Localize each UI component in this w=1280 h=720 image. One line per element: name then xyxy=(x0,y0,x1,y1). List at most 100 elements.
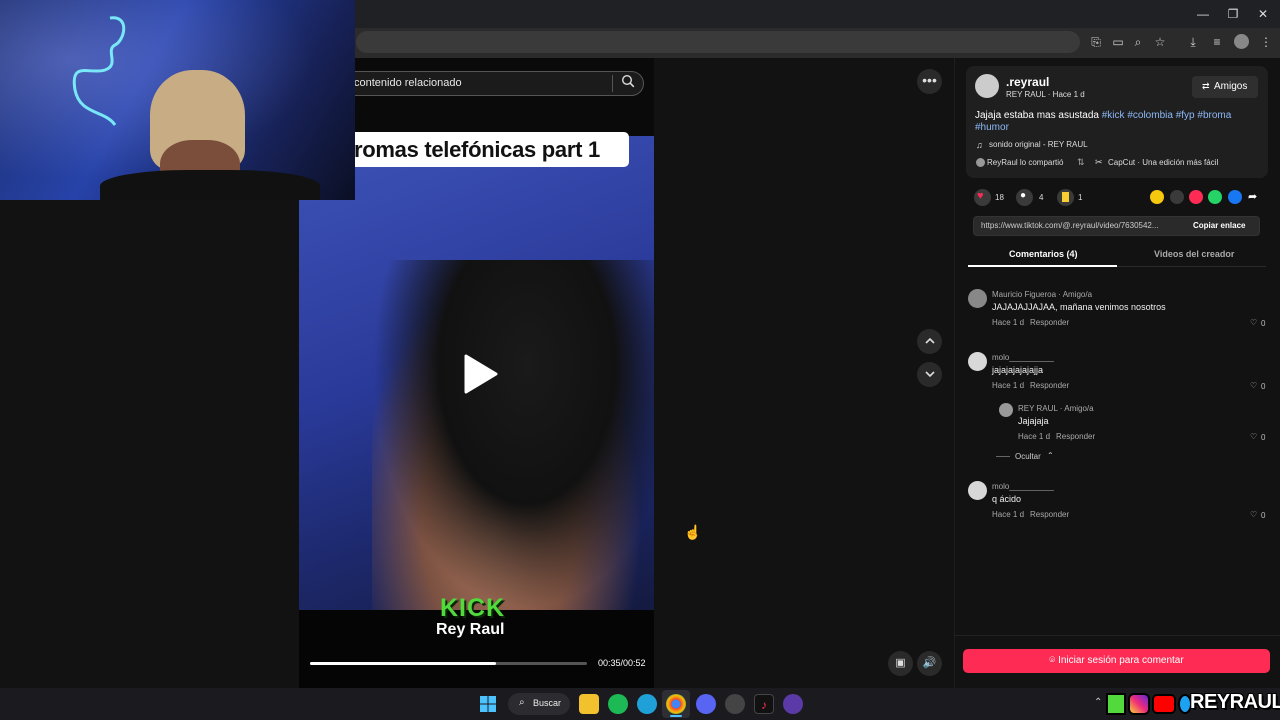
picture-in-picture-icon[interactable]: ▣ xyxy=(888,651,913,676)
author-meta: REY RAUL · Hace 1 d xyxy=(1006,90,1085,99)
comment-heart-icon[interactable]: ♡ xyxy=(1250,510,1257,519)
reply-button[interactable]: Responder xyxy=(1030,381,1069,390)
more-options-icon[interactable]: ••• xyxy=(917,69,942,94)
like-count: 18 xyxy=(995,193,1004,202)
chrome-icon[interactable] xyxy=(666,694,686,714)
bookmark-star-icon[interactable]: ☆ xyxy=(1152,34,1168,50)
video-caption: romas telefónicas part 1 xyxy=(354,137,600,162)
facebook-icon[interactable] xyxy=(1228,190,1242,204)
address-bar[interactable] xyxy=(356,31,1080,53)
comment-like-count: 0 xyxy=(1261,382,1266,391)
minimize-button[interactable]: — xyxy=(1188,5,1218,23)
tab-creator-videos[interactable]: Videos del creador xyxy=(1154,249,1234,259)
description-text: Jajaja estaba mas asustada xyxy=(975,110,1102,121)
next-video-chevron-down-icon[interactable] xyxy=(917,362,942,387)
comment-time: Hace 1 d xyxy=(992,318,1025,327)
taskbar-search-label: Buscar xyxy=(533,698,562,708)
share-arrow-icon[interactable]: ➦ xyxy=(1248,190,1257,203)
hashtag-kick[interactable]: #kick xyxy=(1102,110,1125,121)
search-divider xyxy=(612,75,613,92)
windows-start-icon[interactable] xyxy=(480,696,496,712)
restore-button[interactable]: ❐ xyxy=(1218,5,1248,23)
repost-icon: ⇅ xyxy=(1077,157,1085,167)
save-count: 1 xyxy=(1078,193,1083,202)
webcam-chair xyxy=(100,170,320,200)
share-url[interactable]: https://www.tiktok.com/@.reyraul/video/7… xyxy=(981,221,1159,230)
comment-heart-icon[interactable]: ♡ xyxy=(1250,318,1257,327)
comment-heart-icon[interactable]: ♡ xyxy=(1250,432,1257,441)
reply-author[interactable]: REY RAUL · Amigo/a xyxy=(1018,404,1094,413)
cast-icon[interactable]: ▭ xyxy=(1110,34,1126,50)
friends-button-label: Amigos xyxy=(1214,81,1248,92)
hashtag-fyp[interactable]: #fyp xyxy=(1176,110,1195,121)
coin-share-icon[interactable] xyxy=(1150,190,1164,204)
browser-menu-icon[interactable]: ⋮ xyxy=(1258,34,1274,50)
heart-icon: ♥ xyxy=(977,190,984,202)
comment-avatar[interactable] xyxy=(968,289,987,308)
reply-button[interactable]: Responder xyxy=(1056,432,1095,441)
comment-like-count: 0 xyxy=(1261,433,1266,442)
comment-avatar[interactable] xyxy=(968,352,987,371)
play-icon[interactable] xyxy=(458,352,502,396)
chevron-up-icon: ⌃ xyxy=(1047,451,1054,460)
tab-comments[interactable]: Comentarios (4) xyxy=(1009,249,1078,259)
music-note-icon: ♫ xyxy=(976,140,983,150)
translate-icon[interactable]: ⎘ xyxy=(1088,34,1104,50)
author-username[interactable]: .reyraul xyxy=(1006,75,1049,89)
close-window-button[interactable]: ✕ xyxy=(1248,5,1278,23)
comment-like-count: 0 xyxy=(1261,319,1266,328)
hashtag-colombia[interactable]: #colombia xyxy=(1127,110,1173,121)
comment-author[interactable]: molo__________ xyxy=(992,353,1054,362)
brand-name: REYRAUL xyxy=(1190,691,1280,713)
embed-code-icon[interactable] xyxy=(1170,190,1184,204)
related-search-text: contenido relacionado xyxy=(354,77,462,89)
reply-button[interactable]: Responder xyxy=(1030,318,1069,327)
hashtag-broma[interactable]: #broma xyxy=(1197,110,1231,121)
comment-author[interactable]: Mauricio Figueroa · Amigo/a xyxy=(992,290,1092,299)
youtube-brand-icon xyxy=(1152,694,1176,714)
search-icon[interactable] xyxy=(620,74,636,90)
zoom-icon[interactable]: ⌕ xyxy=(1130,34,1146,50)
hide-replies-line xyxy=(996,456,1010,457)
swap-icon: ⇄ xyxy=(1202,81,1210,91)
reply-avatar[interactable] xyxy=(999,403,1013,417)
file-explorer-icon[interactable] xyxy=(579,694,599,714)
volume-icon[interactable]: 🔊 xyxy=(917,651,942,676)
edge-icon[interactable] xyxy=(637,694,657,714)
profile-avatar[interactable] xyxy=(1234,34,1249,49)
comment-text: JAJAJAJJAJAA, mañana venimos nosotros xyxy=(992,302,1166,312)
reply-button[interactable]: Responder xyxy=(1030,510,1069,519)
capcut-label[interactable]: CapCut · Una edición más fácil xyxy=(1108,158,1218,167)
discord-icon[interactable] xyxy=(696,694,716,714)
hide-replies-button[interactable]: Ocultar xyxy=(1015,452,1041,461)
download-icon[interactable]: ⤓ xyxy=(1185,34,1201,50)
author-avatar[interactable] xyxy=(975,74,999,98)
comment-time: Hace 1 d xyxy=(992,510,1025,519)
comment-heart-icon[interactable]: ♡ xyxy=(1250,381,1257,390)
steam-icon[interactable] xyxy=(725,694,745,714)
comment-bubble-icon: ● xyxy=(1020,190,1027,201)
friends-button[interactable]: ⇄ Amigos xyxy=(1192,76,1258,98)
whatsapp-icon[interactable] xyxy=(1208,190,1222,204)
hashtag-humor[interactable]: #humor xyxy=(975,122,1009,133)
comment-text: jajajajajajajja xyxy=(992,365,1044,375)
video-subject xyxy=(372,260,654,610)
send-icon[interactable] xyxy=(1189,190,1203,204)
reading-list-icon[interactable]: ≡ xyxy=(1209,34,1225,50)
tiktok-icon[interactable]: ♪ xyxy=(754,694,774,714)
copy-link-button[interactable]: Copiar enlace xyxy=(1193,221,1245,230)
bookmark-icon xyxy=(1062,192,1069,202)
previous-video-chevron-up-icon[interactable] xyxy=(917,329,942,354)
tray-chevron-icon[interactable]: ⌃ xyxy=(1094,697,1102,708)
sound-label[interactable]: sonido original - REY RAUL xyxy=(989,140,1088,149)
comment-avatar[interactable] xyxy=(968,481,987,500)
video-progress-fill xyxy=(310,662,496,665)
shared-by-label: ReyRaul lo compartió xyxy=(987,158,1064,167)
capcut-icon: ✂ xyxy=(1095,157,1103,167)
media-player-icon[interactable] xyxy=(783,694,803,714)
spotify-icon[interactable] xyxy=(608,694,628,714)
kick-overlay-name: Rey Raul xyxy=(436,621,505,638)
comment-like-count: 0 xyxy=(1261,511,1266,520)
login-to-comment-button[interactable]: ⌾ Iniciar sesión para comentar xyxy=(963,649,1270,673)
comment-author[interactable]: molo__________ xyxy=(992,482,1054,491)
